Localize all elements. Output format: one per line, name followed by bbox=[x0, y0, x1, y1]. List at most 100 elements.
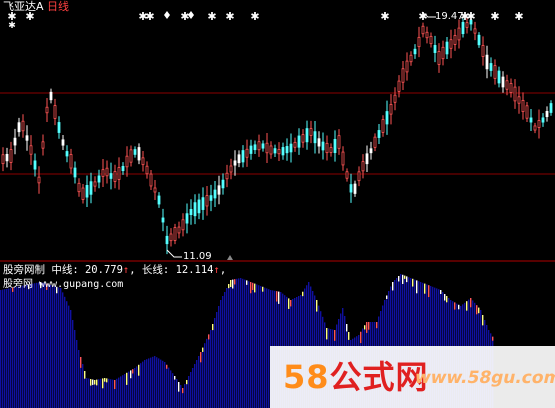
candle bbox=[513, 79, 517, 109]
marker-star-icon: ✱ bbox=[418, 10, 427, 23]
oscillator-bar-cap bbox=[466, 301, 468, 311]
oscillator-bar bbox=[266, 288, 268, 408]
candle bbox=[325, 135, 329, 161]
candle-body bbox=[413, 48, 417, 55]
oscillator-bar bbox=[50, 285, 52, 408]
candle-body bbox=[437, 51, 441, 65]
candle-body bbox=[209, 195, 213, 201]
candle bbox=[361, 154, 365, 179]
candle bbox=[97, 169, 101, 189]
oscillator-bar bbox=[34, 283, 36, 408]
oscillator-bar bbox=[198, 356, 200, 408]
oscillator-bar-cap bbox=[412, 278, 414, 287]
oscillator-bar bbox=[214, 318, 216, 408]
candle bbox=[509, 78, 513, 98]
candle-body bbox=[445, 41, 449, 55]
indicator-source: 股旁网 www.gupang.com bbox=[3, 279, 124, 290]
oscillator-bar bbox=[122, 375, 124, 408]
oscillator-bar-cap bbox=[406, 276, 408, 283]
oscillator-bar bbox=[180, 385, 182, 408]
oscillator-bar bbox=[140, 363, 142, 408]
oscillator-bar-cap bbox=[386, 295, 388, 299]
oscillator-bar bbox=[164, 362, 166, 408]
candle bbox=[377, 124, 381, 144]
candle bbox=[289, 133, 293, 163]
candle-body bbox=[473, 28, 477, 34]
candle bbox=[261, 140, 265, 152]
watermark-chinese: 公式网 bbox=[329, 358, 429, 396]
oscillator-bar-cap bbox=[360, 331, 362, 344]
candle-body bbox=[533, 125, 537, 131]
oscillator-bar bbox=[136, 366, 138, 408]
oscillator-bar bbox=[150, 357, 152, 408]
oscillator-bar-cap bbox=[476, 305, 478, 315]
oscillator-bar bbox=[116, 378, 118, 408]
oscillator-bar bbox=[18, 286, 20, 408]
low-price-pointer bbox=[166, 249, 182, 258]
candle-body bbox=[397, 80, 401, 92]
oscillator-bar-cap bbox=[102, 378, 104, 389]
oscillator-bar bbox=[74, 330, 76, 408]
oscillator-bar bbox=[22, 285, 24, 408]
candle bbox=[21, 114, 25, 138]
oscillator-bar-cap bbox=[90, 379, 92, 386]
candle-body bbox=[429, 35, 433, 45]
oscillator-bar-cap bbox=[230, 280, 232, 287]
candle bbox=[149, 169, 153, 191]
candle-body bbox=[485, 54, 489, 70]
candle-body bbox=[49, 91, 53, 101]
candle bbox=[409, 51, 413, 66]
oscillator-bar bbox=[238, 278, 240, 408]
oscillator-bar bbox=[166, 364, 168, 408]
candle-body bbox=[253, 144, 257, 151]
oscillator-bar bbox=[24, 285, 26, 408]
candle-body bbox=[509, 83, 513, 93]
oscillator-bar-cap bbox=[166, 364, 168, 369]
candle-body bbox=[245, 148, 249, 158]
oscillator-bar-cap bbox=[482, 315, 484, 326]
oscillator-bar bbox=[12, 287, 14, 408]
oscillator-bar-cap bbox=[398, 276, 400, 282]
candle-body bbox=[369, 148, 373, 154]
candle-body bbox=[97, 175, 101, 183]
candle-body bbox=[517, 96, 521, 104]
oscillator-bar bbox=[120, 376, 122, 408]
oscillator-bar bbox=[176, 379, 178, 408]
oscillator-bar bbox=[240, 278, 242, 408]
candle bbox=[317, 131, 321, 154]
candle-body bbox=[297, 135, 301, 148]
oscillator-bar bbox=[28, 284, 30, 408]
candle-body bbox=[53, 105, 57, 119]
oscillator-bar bbox=[202, 347, 204, 408]
candle-body bbox=[29, 145, 33, 155]
candle bbox=[525, 102, 529, 122]
oscillator-bar bbox=[6, 288, 8, 408]
candle bbox=[113, 164, 117, 189]
oscillator-bar-cap bbox=[186, 380, 188, 385]
oscillator-bar bbox=[146, 359, 148, 408]
candle bbox=[529, 108, 533, 132]
oscillator-bar bbox=[210, 330, 212, 408]
oscillator-bar bbox=[124, 374, 126, 408]
oscillator-bar bbox=[204, 343, 206, 408]
oscillator-bar-cap bbox=[366, 322, 368, 333]
candle bbox=[413, 44, 417, 59]
candle-body bbox=[537, 120, 541, 128]
oscillator-bar bbox=[42, 282, 44, 408]
candle bbox=[369, 141, 373, 160]
oscillator-bar-cap bbox=[424, 283, 426, 294]
candle bbox=[81, 183, 85, 204]
candle bbox=[357, 166, 361, 187]
candle-body bbox=[225, 172, 229, 180]
oscillator-bar bbox=[212, 324, 214, 408]
candle-body bbox=[405, 60, 409, 73]
oscillator-bar-cap bbox=[254, 283, 256, 293]
candle bbox=[233, 150, 237, 176]
candle-body bbox=[449, 39, 453, 49]
oscillator-bar-cap bbox=[246, 280, 248, 285]
candle-body bbox=[321, 141, 325, 151]
oscillator-bar-cap bbox=[200, 352, 202, 363]
oscillator-bar bbox=[218, 306, 220, 408]
candle bbox=[405, 52, 409, 81]
oscillator-bar-cap bbox=[392, 282, 394, 291]
